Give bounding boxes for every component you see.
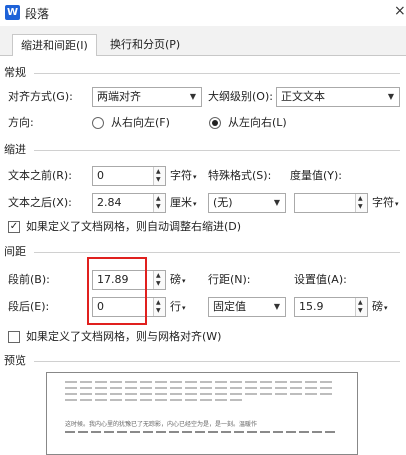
wps-writer-icon: W <box>5 5 20 20</box>
spin-up-icon: ▲ <box>156 168 161 175</box>
line-spacing-select[interactable]: 固定值 ▼ <box>208 297 286 317</box>
spin-down-icon: ▼ <box>358 307 363 314</box>
snap-grid-checkbox[interactable] <box>8 331 20 343</box>
indent-before-input[interactable]: 0 ▲ ▼ <box>92 166 166 186</box>
divider <box>34 252 400 253</box>
spin-up-icon: ▲ <box>156 195 161 202</box>
preview-line <box>65 393 335 395</box>
auto-adjust-label: 如果定义了文档网格，则自动调整右缩进(D) <box>26 220 242 233</box>
spin-down-icon: ▼ <box>156 203 161 210</box>
close-icon[interactable]: × <box>394 3 406 19</box>
indent-before-unit[interactable]: 字符▾ <box>170 169 197 184</box>
preview-line <box>65 381 335 383</box>
indent-after-unit[interactable]: 厘米▾ <box>170 196 197 211</box>
preview-sample-text: 这时候。我内心里的犹豫已了无踪影，内心已经空为是，是一刻。温暖作 <box>65 421 258 428</box>
spacing-after-label: 段后(E): <box>8 300 50 313</box>
measure-label: 度量值(Y): <box>290 169 343 182</box>
special-format-select[interactable]: (无) ▼ <box>208 193 286 213</box>
preview-line <box>65 399 245 401</box>
special-format-label: 特殊格式(S): <box>208 169 272 182</box>
spin-down-icon: ▼ <box>358 203 363 210</box>
paragraph-preview: 这时候。我内心里的犹豫已了无踪影，内心已经空为是，是一刻。温暖作 <box>46 372 358 455</box>
caret-down-icon: ▾ <box>395 200 399 208</box>
direction-label: 方向: <box>8 116 34 129</box>
spin-up-icon: ▲ <box>156 272 161 279</box>
outline-level-select[interactable]: 正文文本 ▼ <box>276 87 400 107</box>
rtl-radio[interactable] <box>92 117 104 129</box>
preview-line <box>65 387 335 389</box>
caret-down-icon: ▾ <box>193 200 197 208</box>
spin-up-icon: ▲ <box>358 195 363 202</box>
indent-before-value: 0 <box>97 169 104 182</box>
caret-down-icon: ▾ <box>182 304 186 312</box>
divider <box>34 361 400 362</box>
set-value-value: 15.9 <box>299 300 324 313</box>
spin-up-icon: ▲ <box>156 299 161 306</box>
spin-buttons[interactable]: ▲ ▼ <box>355 194 367 212</box>
ltr-radio[interactable] <box>209 117 221 129</box>
spin-buttons[interactable]: ▲ ▼ <box>153 271 165 289</box>
set-value-unit[interactable]: 磅▾ <box>372 300 388 315</box>
red-highlight-box <box>87 257 147 325</box>
chevron-down-icon: ▼ <box>387 92 394 101</box>
spacing-after-unit[interactable]: 行▾ <box>170 300 186 315</box>
spin-buttons[interactable]: ▲ ▼ <box>153 194 165 212</box>
caret-down-icon: ▾ <box>193 173 197 181</box>
spin-down-icon: ▼ <box>156 307 161 314</box>
outline-level-value: 正文文本 <box>281 90 325 103</box>
measure-unit[interactable]: 字符▾ <box>372 196 399 211</box>
dialog-title: 段落 <box>25 7 50 21</box>
spin-buttons[interactable]: ▲ ▼ <box>153 298 165 316</box>
alignment-select[interactable]: 两端对齐 ▼ <box>92 87 202 107</box>
spacing-before-unit[interactable]: 磅▾ <box>170 273 186 288</box>
tab-line-page-breaks[interactable]: 换行和分页(P) <box>102 34 188 57</box>
set-value-label: 设置值(A): <box>294 273 347 286</box>
line-spacing-label: 行距(N): <box>208 273 251 286</box>
indent-before-label: 文本之前(R): <box>8 169 72 182</box>
set-value-input[interactable]: 15.9 ▲ ▼ <box>294 297 368 317</box>
rtl-label: 从右向左(F) <box>111 116 170 129</box>
divider <box>34 73 400 74</box>
caret-down-icon: ▾ <box>384 304 388 312</box>
spin-buttons[interactable]: ▲ ▼ <box>355 298 367 316</box>
preview-line <box>65 431 335 433</box>
section-spacing: 间距 <box>4 245 26 258</box>
line-spacing-value: 固定值 <box>213 300 246 313</box>
auto-adjust-checkbox[interactable]: ✓ <box>8 221 20 233</box>
section-general: 常规 <box>4 66 26 79</box>
measure-input[interactable]: ▲ ▼ <box>294 193 368 213</box>
chevron-down-icon: ▼ <box>189 92 196 101</box>
spin-buttons[interactable]: ▲ ▼ <box>153 167 165 185</box>
chevron-down-icon: ▼ <box>273 198 280 207</box>
section-preview: 预览 <box>4 354 26 367</box>
special-format-value: (无) <box>213 196 233 209</box>
title-bar <box>0 0 406 26</box>
outline-level-label: 大纲级别(O): <box>208 90 273 103</box>
ltr-label: 从左向右(L) <box>228 116 287 129</box>
spin-up-icon: ▲ <box>358 299 363 306</box>
divider <box>34 150 400 151</box>
chevron-down-icon: ▼ <box>273 302 280 311</box>
indent-after-label: 文本之后(X): <box>8 196 72 209</box>
spacing-before-label: 段前(B): <box>8 273 50 286</box>
caret-down-icon: ▾ <box>182 277 186 285</box>
section-indent: 缩进 <box>4 143 26 156</box>
indent-after-value: 2.84 <box>97 196 122 209</box>
snap-grid-label: 如果定义了文档网格，则与网格对齐(W) <box>26 330 222 343</box>
indent-after-input[interactable]: 2.84 ▲ ▼ <box>92 193 166 213</box>
alignment-value: 两端对齐 <box>97 90 141 103</box>
alignment-label: 对齐方式(G): <box>8 90 73 103</box>
tab-indent-spacing[interactable]: 缩进和间距(I) <box>12 34 97 57</box>
spin-down-icon: ▼ <box>156 280 161 287</box>
spin-down-icon: ▼ <box>156 176 161 183</box>
